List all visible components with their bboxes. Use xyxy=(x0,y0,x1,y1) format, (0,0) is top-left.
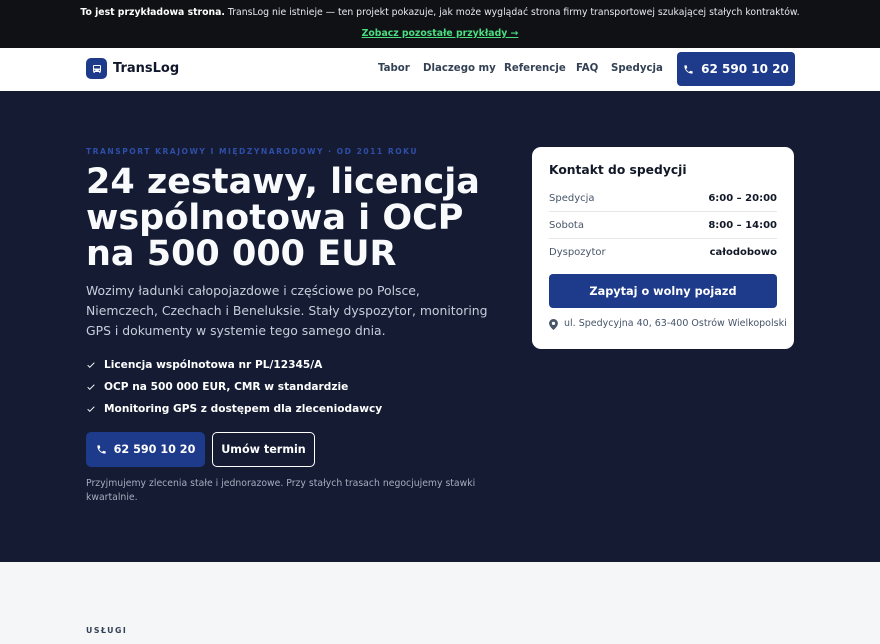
hero-phone-label: 62 590 10 20 xyxy=(113,443,196,456)
hero-eyebrow: TRANSPORT KRAJOWY I MIĘDZYNARODOWY · OD … xyxy=(86,147,419,156)
hours-row: Dyspozytor całodobowo xyxy=(549,239,777,266)
nav-faq[interactable]: FAQ xyxy=(576,63,598,75)
services-label: USŁUGI xyxy=(86,626,128,635)
hours-label: Sobota xyxy=(549,219,584,231)
map-pin-icon xyxy=(549,318,558,330)
checklist-item: Licencja wspólnotowa nr PL/12345/A xyxy=(86,354,382,376)
checklist-item: OCP na 500 000 EUR, CMR w standardzie xyxy=(86,376,382,398)
hours-value: 6:00 – 20:00 xyxy=(708,192,777,204)
hours-value: 8:00 – 14:00 xyxy=(708,219,777,231)
site-header: TransLog Tabor Dlaczego my Referencje FA… xyxy=(0,48,880,91)
nav-spedycja[interactable]: Spedycja xyxy=(611,63,663,75)
nav-dlaczego-my[interactable]: Dlaczego my xyxy=(423,63,496,75)
hero-title: 24 zestawy, licencja wspólnotowa i OCP n… xyxy=(86,162,480,274)
hours-value: całodobowo xyxy=(709,247,777,258)
nav-referencje[interactable]: Referencje xyxy=(504,63,566,75)
address: ul. Spedycyjna 40, 63-400 Ostrów Wielkop… xyxy=(549,318,787,330)
header-phone-label: 62 590 10 20 xyxy=(701,62,789,76)
brand-name[interactable]: TransLog xyxy=(113,61,179,77)
ask-vehicle-button[interactable]: Zapytaj o wolny pojazd xyxy=(549,274,777,308)
check-icon xyxy=(87,362,95,368)
checklist-item: Monitoring GPS z dostępem dla zlecenioda… xyxy=(86,398,382,420)
hero-section: TRANSPORT KRAJOWY I MIĘDZYNARODOWY · OD … xyxy=(0,91,880,562)
phone-icon xyxy=(97,445,106,454)
hours-label: Dyspozytor xyxy=(549,247,606,258)
checklist-item-label: Monitoring GPS z dostępem dla zlecenioda… xyxy=(104,403,383,415)
hero-note: Przyjmujemy zlecenia stałe i jednorazowe… xyxy=(86,478,476,503)
other-examples-link[interactable]: Zobacz pozostałe przykłady → xyxy=(362,28,519,39)
demo-banner-bold: To jest przykładowa strona. xyxy=(80,7,225,18)
hours-row: Spedycja 6:00 – 20:00 xyxy=(549,185,777,212)
phone-icon xyxy=(684,64,693,74)
header-phone-button[interactable]: 62 590 10 20 xyxy=(677,52,795,86)
address-text: ul. Spedycyjna 40, 63-400 Ostrów Wielkop… xyxy=(564,318,787,329)
hero-description: Wozimy ładunki całopojazdowe i częściowe… xyxy=(86,283,488,338)
contact-card: Kontakt do spedycji Spedycja 6:00 – 20:0… xyxy=(532,147,794,349)
check-icon xyxy=(87,384,95,390)
hours-row: Sobota 8:00 – 14:00 xyxy=(549,212,777,239)
truck-logo-icon[interactable] xyxy=(86,58,107,79)
hero-checklist: Licencja wspólnotowa nr PL/12345/A OCP n… xyxy=(86,354,382,420)
services-section: USŁUGI xyxy=(0,562,880,644)
contact-card-title: Kontakt do spedycji xyxy=(549,163,687,177)
book-appointment-button[interactable]: Umów termin xyxy=(212,432,315,467)
hero-phone-button[interactable]: 62 590 10 20 xyxy=(86,432,205,467)
check-icon xyxy=(87,406,95,412)
demo-banner-text: To jest przykładowa strona. TransLog nie… xyxy=(0,7,880,19)
nav-tabor[interactable]: Tabor xyxy=(378,63,410,75)
demo-banner: To jest przykładowa strona. TransLog nie… xyxy=(0,0,880,48)
checklist-item-label: Licencja wspólnotowa nr PL/12345/A xyxy=(104,359,323,371)
demo-banner-desc: TransLog nie istnieje — ten projekt poka… xyxy=(224,7,800,18)
checklist-item-label: OCP na 500 000 EUR, CMR w standardzie xyxy=(104,381,349,393)
hours-label: Spedycja xyxy=(549,192,595,204)
